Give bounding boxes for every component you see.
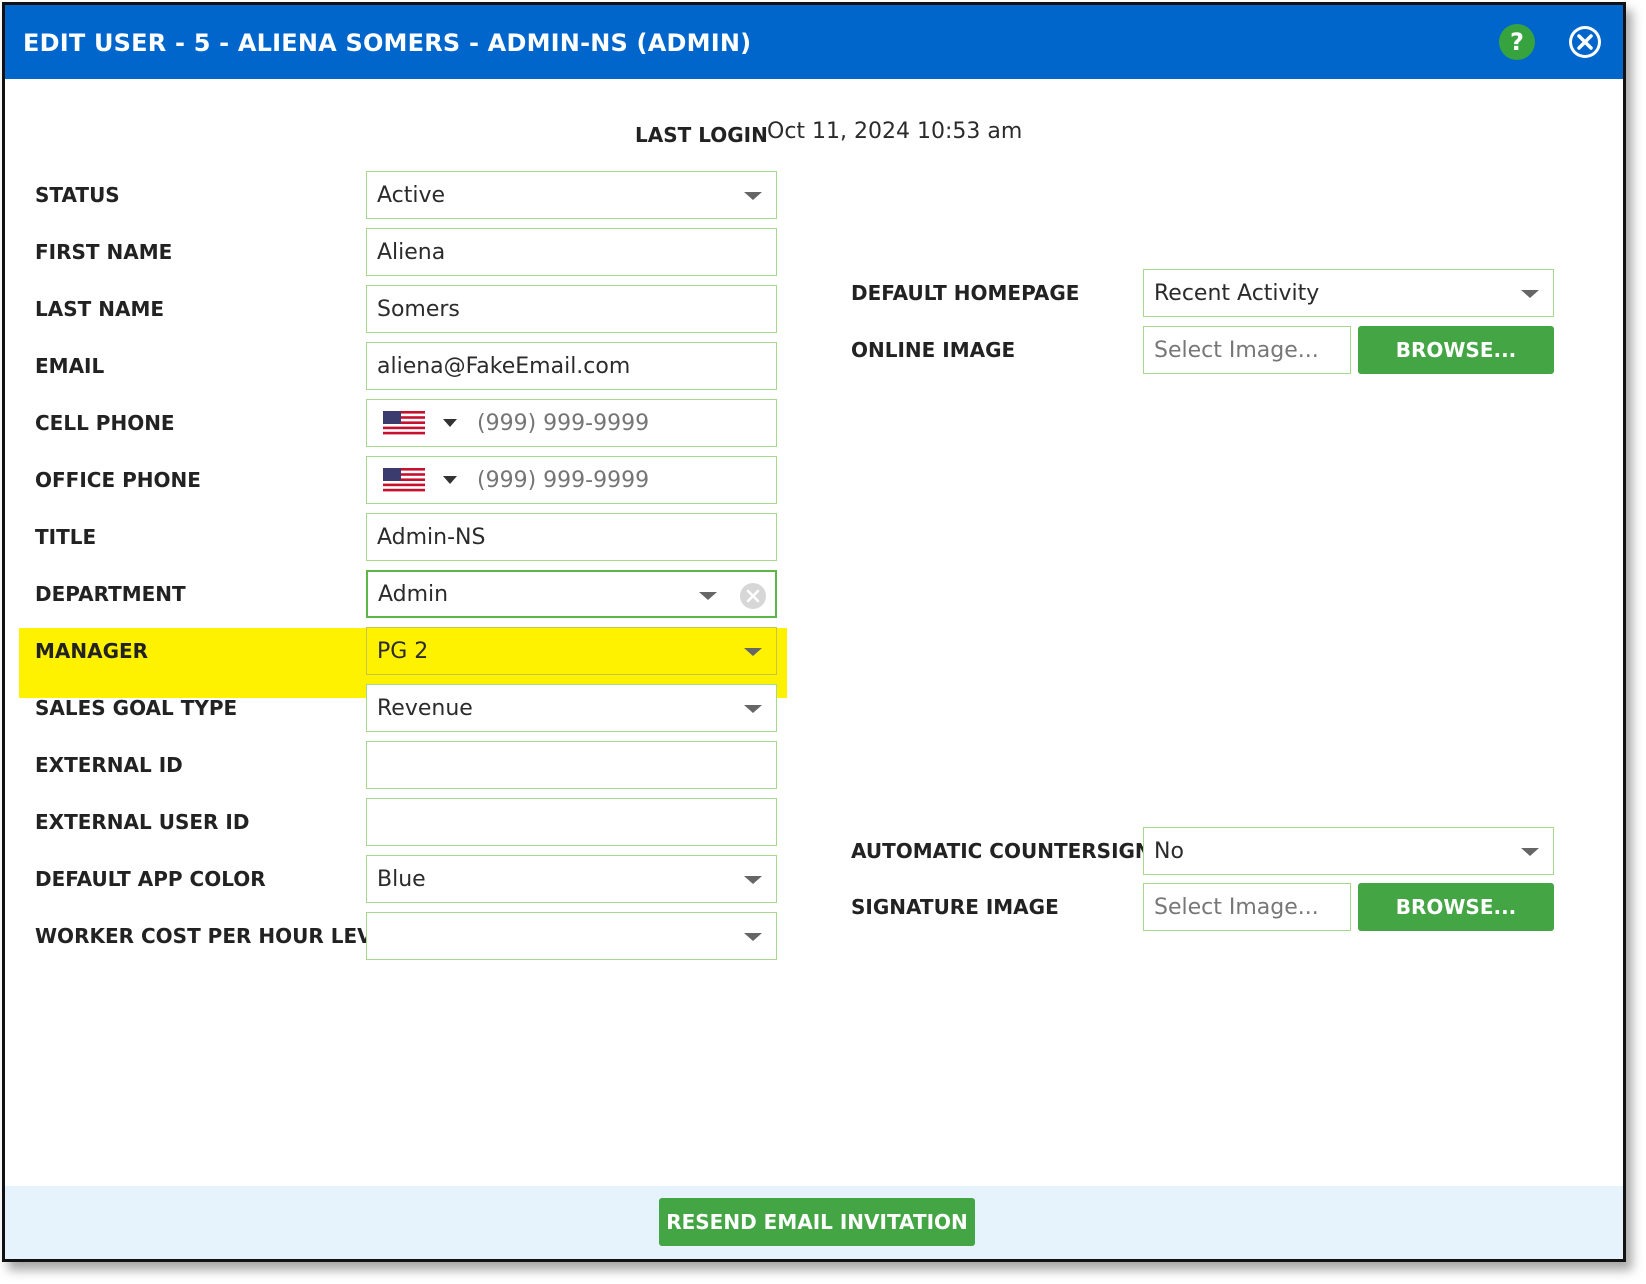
title-value: Admin-NS bbox=[377, 524, 486, 550]
dialog-titlebar: EDIT USER - 5 - ALIENA SOMERS - ADMIN-NS… bbox=[5, 5, 1623, 79]
chevron-down-icon bbox=[1521, 290, 1539, 298]
chevron-down-icon bbox=[699, 592, 717, 600]
chevron-down-icon bbox=[744, 876, 762, 884]
status-select[interactable]: Active bbox=[366, 171, 777, 219]
office-phone-field bbox=[366, 456, 777, 504]
status-label: STATUS bbox=[35, 183, 120, 207]
us-flag-icon[interactable] bbox=[383, 411, 425, 435]
default-app-color-value: Blue bbox=[377, 866, 426, 892]
sales-goal-type-value: Revenue bbox=[377, 695, 473, 721]
chevron-down-icon bbox=[744, 648, 762, 656]
automatic-countersign-value: No bbox=[1154, 838, 1184, 864]
department-label: DEPARTMENT bbox=[35, 582, 186, 606]
close-icon bbox=[1569, 26, 1601, 58]
email-field[interactable]: aliena@FakeEmail.com bbox=[366, 342, 777, 390]
last-name-value: Somers bbox=[377, 296, 460, 322]
external-id-label: EXTERNAL ID bbox=[35, 753, 183, 777]
worker-cost-select[interactable] bbox=[366, 912, 777, 960]
default-homepage-select[interactable]: Recent Activity bbox=[1143, 269, 1554, 317]
cell-phone-input[interactable] bbox=[477, 410, 727, 436]
title-label: TITLE bbox=[35, 525, 97, 549]
chevron-down-icon bbox=[744, 705, 762, 713]
title-field[interactable]: Admin-NS bbox=[366, 513, 777, 561]
cell-phone-field bbox=[366, 399, 777, 447]
first-name-value: Aliena bbox=[377, 239, 446, 265]
automatic-countersign-select[interactable]: No bbox=[1143, 827, 1554, 875]
signature-image-input[interactable] bbox=[1143, 883, 1351, 931]
chevron-down-icon[interactable] bbox=[443, 476, 457, 484]
dialog-footer: RESEND EMAIL INVITATION bbox=[5, 1186, 1623, 1259]
chevron-down-icon bbox=[744, 192, 762, 200]
first-name-label: FIRST NAME bbox=[35, 240, 173, 264]
sales-goal-type-select[interactable]: Revenue bbox=[366, 684, 777, 732]
manager-label: MANAGER bbox=[35, 639, 149, 663]
office-phone-label: OFFICE PHONE bbox=[35, 468, 201, 492]
chevron-down-icon bbox=[744, 933, 762, 941]
external-user-id-field[interactable] bbox=[366, 798, 777, 846]
edit-user-dialog: EDIT USER - 5 - ALIENA SOMERS - ADMIN-NS… bbox=[2, 2, 1626, 1262]
help-button[interactable]: ? bbox=[1499, 24, 1535, 60]
office-phone-input[interactable] bbox=[477, 467, 727, 493]
manager-value: PG 2 bbox=[377, 638, 429, 664]
department-select[interactable]: Admin bbox=[366, 570, 777, 618]
signature-image-browse-button[interactable]: BROWSE... bbox=[1358, 883, 1554, 931]
default-app-color-label: DEFAULT APP COLOR bbox=[35, 867, 266, 891]
cell-phone-label: CELL PHONE bbox=[35, 411, 175, 435]
resend-email-invitation-button[interactable]: RESEND EMAIL INVITATION bbox=[659, 1198, 975, 1246]
question-mark-icon: ? bbox=[1510, 28, 1524, 56]
external-id-field[interactable] bbox=[366, 741, 777, 789]
first-name-field[interactable]: Aliena bbox=[366, 228, 777, 276]
default-homepage-label: DEFAULT HOMEPAGE bbox=[851, 281, 1080, 305]
last-name-label: LAST NAME bbox=[35, 297, 165, 321]
clear-icon[interactable] bbox=[739, 582, 767, 610]
us-flag-icon[interactable] bbox=[383, 468, 425, 492]
online-image-input[interactable] bbox=[1143, 326, 1351, 374]
worker-cost-label: WORKER COST PER HOUR LEVEL bbox=[35, 924, 399, 948]
status-value: Active bbox=[377, 182, 446, 208]
manager-select[interactable]: PG 2 bbox=[366, 627, 777, 675]
default-homepage-value: Recent Activity bbox=[1154, 280, 1320, 306]
default-app-color-select[interactable]: Blue bbox=[366, 855, 777, 903]
sales-goal-type-label: SALES GOAL TYPE bbox=[35, 696, 238, 720]
last-login-label: LAST LOGIN bbox=[635, 123, 768, 147]
close-button[interactable] bbox=[1567, 24, 1603, 60]
last-name-field[interactable]: Somers bbox=[366, 285, 777, 333]
online-image-label: ONLINE IMAGE bbox=[851, 338, 1016, 362]
online-image-browse-button[interactable]: BROWSE... bbox=[1358, 326, 1554, 374]
signature-image-label: SIGNATURE IMAGE bbox=[851, 895, 1059, 919]
dialog-title: EDIT USER - 5 - ALIENA SOMERS - ADMIN-NS… bbox=[23, 29, 752, 57]
last-login-value: Oct 11, 2024 10:53 am bbox=[767, 119, 1023, 144]
email-label: EMAIL bbox=[35, 354, 105, 378]
automatic-countersign-label: AUTOMATIC COUNTERSIGN bbox=[851, 839, 1152, 863]
chevron-down-icon bbox=[1521, 848, 1539, 856]
email-value: aliena@FakeEmail.com bbox=[377, 353, 631, 379]
external-user-id-label: EXTERNAL USER ID bbox=[35, 810, 250, 834]
chevron-down-icon[interactable] bbox=[443, 419, 457, 427]
